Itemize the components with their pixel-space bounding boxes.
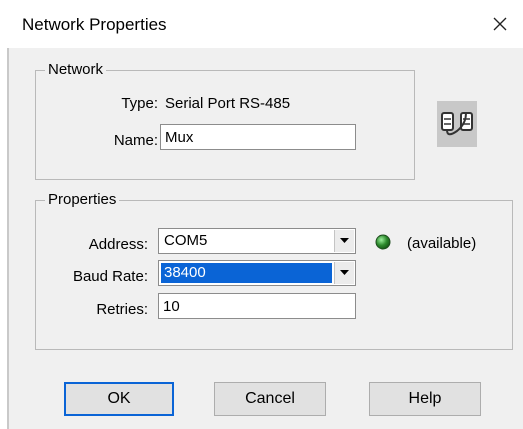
dialog-body: Network Type: Serial Port RS-485 Name: P…	[9, 48, 523, 429]
properties-group: Properties Address: COM5 (available) Bau…	[35, 191, 513, 350]
address-label: Address:	[88, 236, 148, 253]
baud-rate-dropdown-button[interactable]	[334, 262, 354, 284]
ok-button[interactable]: OK	[64, 382, 174, 416]
address-dropdown-button[interactable]	[334, 230, 354, 252]
address-value: COM5	[164, 232, 208, 249]
close-button[interactable]	[485, 10, 515, 38]
network-group-legend: Network	[45, 61, 107, 78]
help-button[interactable]: Help	[369, 382, 481, 416]
retries-label: Retries:	[96, 301, 148, 318]
baud-rate-value: 38400	[160, 262, 333, 284]
type-value: Serial Port RS-485	[165, 95, 291, 112]
dropdown-arrow-icon	[340, 270, 349, 275]
baud-rate-dropdown[interactable]: 38400	[158, 260, 356, 286]
cancel-button[interactable]: Cancel	[214, 382, 326, 416]
network-group: Network Type: Serial Port RS-485 Name:	[35, 61, 415, 180]
retries-input[interactable]	[158, 293, 356, 319]
type-label: Type:	[121, 95, 158, 112]
properties-group-legend: Properties	[45, 191, 120, 208]
name-label: Name:	[113, 132, 158, 149]
title-bar[interactable]: Network Properties	[0, 0, 523, 48]
name-input[interactable]	[160, 124, 356, 150]
close-icon	[493, 17, 507, 31]
status-led-icon	[375, 234, 391, 250]
window-title: Network Properties	[22, 15, 167, 34]
dropdown-arrow-icon	[340, 238, 349, 243]
address-dropdown[interactable]: COM5	[158, 228, 356, 254]
address-status-text: (available)	[407, 235, 477, 252]
serial-network-icon	[437, 101, 477, 147]
baud-rate-label: Baud Rate:	[72, 268, 148, 285]
